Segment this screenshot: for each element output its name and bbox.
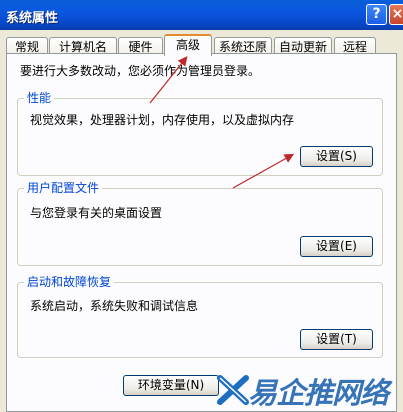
watermark-text: 易企推网络	[248, 376, 389, 410]
watermark-logo: 易企推网络	[216, 368, 403, 412]
user-profiles-legend: 用户配置文件	[24, 181, 103, 195]
startup-recovery-settings-button[interactable]: 设置(T)	[300, 329, 373, 350]
performance-legend: 性能	[24, 91, 55, 105]
user-profiles-settings-button[interactable]: 设置(E)	[300, 236, 373, 257]
performance-group: 性能 视觉效果，处理器计划，内存使用，以及虚拟内存 设置(S)	[17, 91, 383, 176]
watermark-x-icon	[217, 375, 249, 405]
startup-recovery-group: 启动和故障恢复 系统启动，系统失败和调试信息 设置(T)	[17, 275, 383, 358]
performance-description: 视觉效果，处理器计划，内存使用，以及虚拟内存	[30, 113, 295, 127]
close-button[interactable]: ×	[389, 4, 403, 25]
environment-variables-button[interactable]: 环境变量(N)	[123, 375, 219, 396]
startup-recovery-legend: 启动和故障恢复	[24, 275, 115, 289]
window-title: 系统属性	[6, 11, 59, 26]
help-button[interactable]: ?	[366, 4, 387, 25]
performance-settings-button[interactable]: 设置(S)	[300, 146, 373, 167]
tab-advanced[interactable]: 高级	[164, 34, 212, 56]
user-profiles-group: 用户配置文件 与您登录有关的桌面设置 设置(E)	[17, 181, 383, 266]
tab-strip: 常规 计算机名 硬件 高级 系统还原 自动更新 远程	[6, 34, 403, 56]
startup-recovery-description: 系统启动，系统失败和调试信息	[30, 299, 199, 313]
user-profiles-description: 与您登录有关的桌面设置	[30, 206, 163, 220]
intro-text: 要进行大多数改动，您必须作为管理员登录。	[20, 64, 261, 78]
title-bar: 系统属性 ? ×	[0, 0, 403, 30]
